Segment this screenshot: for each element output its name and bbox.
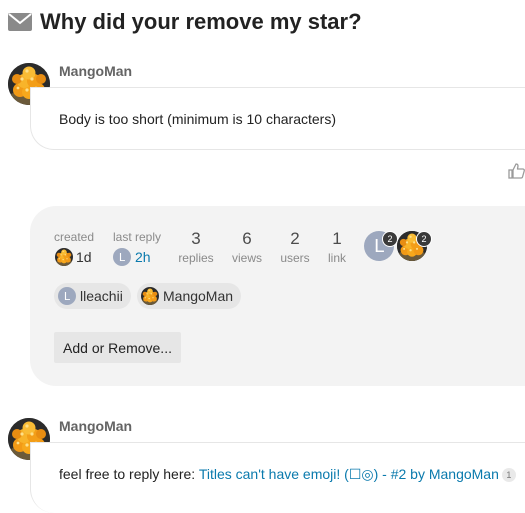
participant-chip[interactable]: MangoMan bbox=[137, 283, 242, 309]
add-remove-button[interactable]: Add or Remove... bbox=[54, 332, 181, 363]
created-label: created bbox=[54, 230, 95, 244]
replies-count: 3 bbox=[191, 229, 201, 248]
link-count[interactable]: 1 bbox=[319, 229, 355, 249]
post-count-badge: 2 bbox=[382, 231, 398, 247]
users-count: 2 bbox=[290, 229, 300, 248]
envelope-icon bbox=[8, 13, 32, 31]
post-body: feel free to reply here: Titles can't ha… bbox=[59, 466, 516, 483]
post-body: Body is too short (minimum is 10 charact… bbox=[59, 111, 336, 127]
post-username[interactable]: MangoMan bbox=[59, 63, 132, 79]
last-reply-link[interactable]: 2h bbox=[135, 249, 151, 265]
click-count-badge: 1 bbox=[501, 468, 516, 483]
topic-link-suffix[interactable]: - #2 by MangoMan bbox=[378, 466, 499, 482]
users-label: users bbox=[280, 251, 310, 265]
participant-chip[interactable]: L lleachii bbox=[54, 283, 131, 309]
created-avatar[interactable] bbox=[55, 248, 73, 266]
last-reply-label: last reply bbox=[113, 230, 162, 244]
views-count: 6 bbox=[242, 229, 252, 248]
post-content: Body is too short (minimum is 10 charact… bbox=[30, 87, 525, 150]
topic-header: Why did your remove my star? bbox=[8, 6, 362, 38]
last-reply-avatar[interactable]: L bbox=[113, 248, 131, 266]
replies-label: replies bbox=[178, 251, 214, 265]
views-label: views bbox=[231, 251, 262, 265]
post-body-text: feel free to reply here: bbox=[59, 466, 199, 482]
post-count-badge: 2 bbox=[416, 231, 432, 247]
last-reply-value[interactable]: 2h bbox=[135, 249, 151, 265]
topic-title[interactable]: Why did your remove my star? bbox=[40, 9, 362, 35]
participant-avatar bbox=[141, 287, 159, 305]
created-value: 1d bbox=[76, 249, 92, 265]
participant-name: MangoMan bbox=[163, 288, 234, 304]
post-content: feel free to reply here: Titles can't ha… bbox=[30, 442, 525, 513]
link-label[interactable]: link bbox=[315, 251, 359, 265]
participant-name: lleachii bbox=[80, 288, 123, 304]
like-icon[interactable] bbox=[508, 163, 525, 184]
topic-link[interactable]: Titles can't have emoji! (☐◎) bbox=[199, 466, 378, 482]
post-username[interactable]: MangoMan bbox=[59, 418, 132, 434]
participant-avatar: L bbox=[58, 287, 76, 305]
